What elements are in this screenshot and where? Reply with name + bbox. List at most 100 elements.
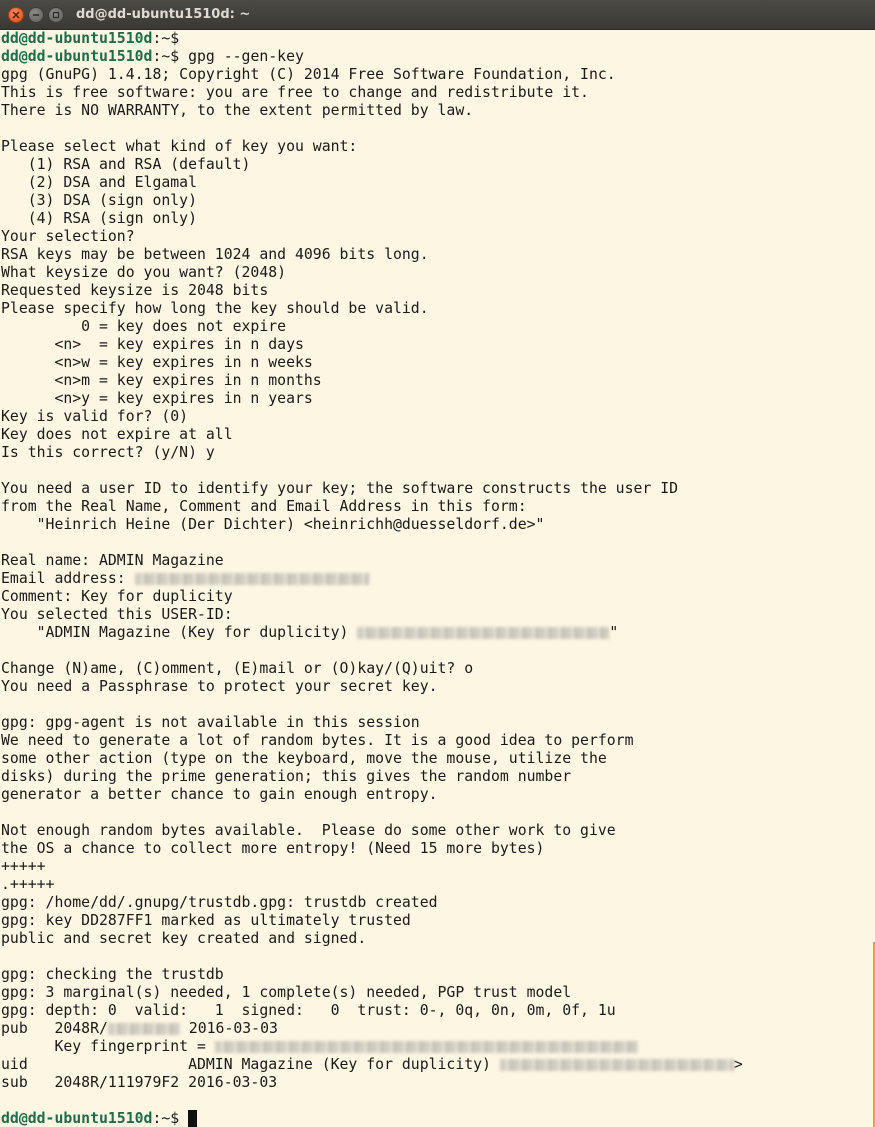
terminal-line: dd@dd-ubuntu1510d:~$ xyxy=(1,1110,867,1127)
output-text: Email address: xyxy=(1,570,135,587)
terminal-line: gpg: 3 marginal(s) needed, 1 complete(s)… xyxy=(1,984,867,1002)
terminal-line: gpg: key DD287FF1 marked as ultimately t… xyxy=(1,912,867,930)
output-text: RSA keys may be between 1024 and 4096 bi… xyxy=(1,246,429,263)
terminal-line: dd@dd-ubuntu1510d:~$ gpg --gen-key xyxy=(1,48,867,66)
prompt-separator: :~$ xyxy=(152,1110,180,1127)
terminal-output[interactable]: dd@dd-ubuntu1510d:~$ dd@dd-ubuntu1510d:~$… xyxy=(1,30,867,1127)
close-button[interactable] xyxy=(8,7,24,23)
terminal-line: You need a Passphrase to protect your se… xyxy=(1,678,867,696)
terminal-line: "ADMIN Magazine (Key for duplicity) " xyxy=(1,624,867,642)
command-text: gpg --gen-key xyxy=(179,48,304,65)
maximize-icon xyxy=(52,11,60,19)
redacted-text xyxy=(499,1059,734,1071)
output-text: Not enough random bytes available. Pleas… xyxy=(1,822,616,839)
output-text: sub 2048R/111979F2 2016-03-03 xyxy=(1,1074,278,1091)
redacted-text xyxy=(107,1023,180,1035)
output-text: 0 = key does not expire xyxy=(1,318,287,335)
terminal-line: public and secret key created and signed… xyxy=(1,930,867,948)
terminal-line: You need a user ID to identify your key;… xyxy=(1,480,867,498)
terminal-line: Change (N)ame, (C)omment, (E)mail or (O)… xyxy=(1,660,867,678)
terminal-line: disks) during the prime generation; this… xyxy=(1,768,867,786)
terminal-line: Is this correct? (y/N) y xyxy=(1,444,867,462)
output-text: Is this correct? (y/N) y xyxy=(1,444,215,461)
close-icon xyxy=(12,11,20,19)
redacted-text xyxy=(134,573,369,585)
terminal-line: some other action (type on the keyboard,… xyxy=(1,750,867,768)
terminal-line: Please select what kind of key you want: xyxy=(1,138,867,156)
terminal-line: Real name: ADMIN Magazine xyxy=(1,552,867,570)
terminal-line: 0 = key does not expire xyxy=(1,318,867,336)
terminal-line: gpg: checking the trustdb xyxy=(1,966,867,984)
output-text: public and secret key created and signed… xyxy=(1,930,367,947)
output-text: Key does not expire at all xyxy=(1,426,233,443)
output-text: Real name: ADMIN Magazine xyxy=(1,552,224,569)
terminal-line: Requested keysize is 2048 bits xyxy=(1,282,867,300)
terminal-line: generator a better chance to gain enough… xyxy=(1,786,867,804)
terminal-line: gpg: depth: 0 valid: 1 signed: 0 trust: … xyxy=(1,1002,867,1020)
output-text: "Heinrich Heine (Der Dichter) <heinrichh… xyxy=(1,516,545,533)
window-title: dd@dd-ubuntu1510d: ~ xyxy=(76,7,251,22)
terminal-line: the OS a chance to collect more entropy!… xyxy=(1,840,867,858)
terminal-line: Key is valid for? (0) xyxy=(1,408,867,426)
command-text xyxy=(179,1110,188,1127)
output-text: <n>y = key expires in n years xyxy=(1,390,313,407)
output-text: Key fingerprint = xyxy=(1,1038,215,1055)
output-text: (1) RSA and RSA (default) xyxy=(1,156,251,173)
shell-prompt: dd@dd-ubuntu1510d xyxy=(1,1110,153,1127)
shell-prompt: dd@dd-ubuntu1510d xyxy=(1,30,153,47)
terminal-line: <n> = key expires in n days xyxy=(1,336,867,354)
terminal-line: <n>y = key expires in n years xyxy=(1,390,867,408)
terminal-line: This is free software: you are free to c… xyxy=(1,84,867,102)
output-text: gpg: gpg-agent is not available in this … xyxy=(1,714,420,731)
text-cursor xyxy=(188,1110,198,1127)
output-text: (2) DSA and Elgamal xyxy=(1,174,197,191)
redacted-text xyxy=(214,1041,638,1053)
output-text: gpg: 3 marginal(s) needed, 1 complete(s)… xyxy=(1,984,572,1001)
output-text: .+++++ xyxy=(1,876,55,893)
output-text: You selected this USER-ID: xyxy=(1,606,233,623)
terminal-line: (4) RSA (sign only) xyxy=(1,210,867,228)
output-text: <n>m = key expires in n months xyxy=(1,372,322,389)
minimize-icon xyxy=(33,14,39,16)
output-text: You need a user ID to identify your key;… xyxy=(1,480,679,497)
minimize-button[interactable] xyxy=(28,7,44,23)
output-text: +++++ xyxy=(1,858,46,875)
output-text: 2016-03-03 xyxy=(179,1020,278,1037)
output-text: some other action (type on the keyboard,… xyxy=(1,750,607,767)
terminal-line: (1) RSA and RSA (default) xyxy=(1,156,867,174)
terminal-line: Key does not expire at all xyxy=(1,426,867,444)
terminal-line: We need to generate a lot of random byte… xyxy=(1,732,867,750)
maximize-button[interactable] xyxy=(48,7,64,23)
output-text: uid ADMIN Magazine (Key for duplicity) xyxy=(1,1056,500,1073)
terminal-line: (2) DSA and Elgamal xyxy=(1,174,867,192)
prompt-separator: :~$ xyxy=(152,48,180,65)
title-bar[interactable]: dd@dd-ubuntu1510d: ~ xyxy=(0,0,875,30)
terminal-line: .+++++ xyxy=(1,876,867,894)
terminal-line: gpg: gpg-agent is not available in this … xyxy=(1,714,867,732)
terminal-line: uid ADMIN Magazine (Key for duplicity) > xyxy=(1,1056,867,1074)
output-text: There is NO WARRANTY, to the extent perm… xyxy=(1,102,474,119)
terminal-line: <n>w = key expires in n weeks xyxy=(1,354,867,372)
terminal-line: pub 2048R/ 2016-03-03 xyxy=(1,1020,867,1038)
output-text: gpg: depth: 0 valid: 1 signed: 0 trust: … xyxy=(1,1002,616,1019)
terminal-line: Not enough random bytes available. Pleas… xyxy=(1,822,867,840)
terminal-line: <n>m = key expires in n months xyxy=(1,372,867,390)
shell-prompt: dd@dd-ubuntu1510d xyxy=(1,48,153,65)
output-text: "ADMIN Magazine (Key for duplicity) xyxy=(1,624,358,641)
output-text: from the Real Name, Comment and Email Ad… xyxy=(1,498,527,515)
terminal-line: Key fingerprint = xyxy=(1,1038,867,1056)
output-text: (3) DSA (sign only) xyxy=(1,192,197,209)
terminal-line: from the Real Name, Comment and Email Ad… xyxy=(1,498,867,516)
prompt-separator: :~$ xyxy=(152,30,180,47)
terminal-line: Email address: xyxy=(1,570,867,588)
output-text: Please specify how long the key should b… xyxy=(1,300,429,317)
terminal-line: Comment: Key for duplicity xyxy=(1,588,867,606)
output-text: Key is valid for? (0) xyxy=(1,408,189,425)
terminal-line: sub 2048R/111979F2 2016-03-03 xyxy=(1,1074,867,1092)
output-text: Your selection? xyxy=(1,228,135,245)
output-text: Requested keysize is 2048 bits xyxy=(1,282,269,299)
